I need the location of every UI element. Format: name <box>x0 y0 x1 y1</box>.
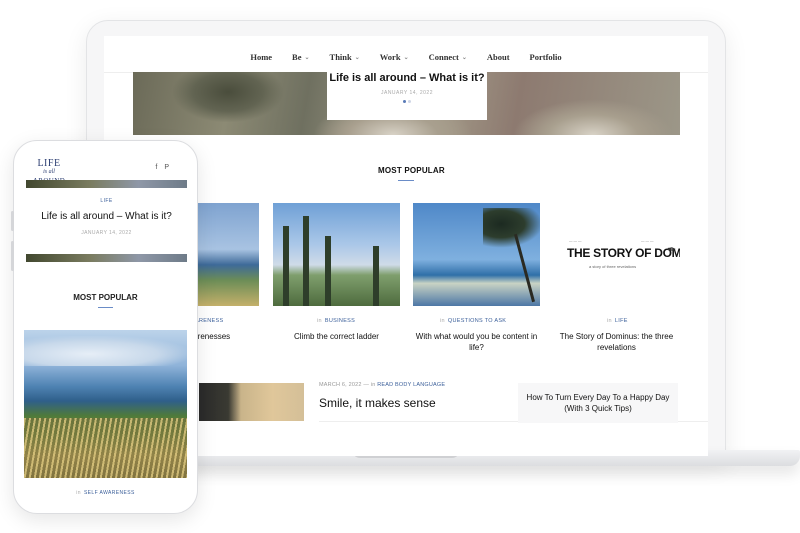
side-post-title[interactable]: How To Turn Every Day To a Happy Day (Wi… <box>527 393 670 413</box>
featured-category[interactable]: READ BODY LANGUAGE <box>377 382 445 388</box>
post-title[interactable]: Climb the correct ladder <box>273 331 400 342</box>
logo-line: LIFE <box>37 158 61 169</box>
quill-icon: ✒ <box>667 244 677 256</box>
category-label: BUSINESS <box>324 318 356 324</box>
phone-volume-button <box>11 241 14 271</box>
category-label: QUESTIONS TO ASK <box>447 318 507 324</box>
book-author: — — — <box>569 239 582 243</box>
post-category[interactable]: in LIFE <box>607 318 628 324</box>
featured-post-title[interactable]: Smile, it makes sense <box>319 396 436 410</box>
nav-connect[interactable]: Connect ⌄ <box>429 52 467 62</box>
chevron-down-icon: ⌄ <box>403 54 409 61</box>
in-label: in <box>317 318 322 324</box>
post-image-dominus[interactable]: — — — — — — THE STORY OF DOMINUS a story… <box>553 203 680 306</box>
phone-volume-button <box>11 211 14 231</box>
pinterest-icon[interactable]: P <box>164 164 169 171</box>
hero-brush <box>513 99 673 135</box>
nav-portfolio-label: Portfolio <box>529 52 562 62</box>
category-label: LIFE <box>614 318 628 324</box>
slider-dots <box>327 100 487 103</box>
hero-date: JANUARY 14, 2022 <box>380 90 433 96</box>
phone-most-popular-heading: MOST POPULAR <box>73 293 138 302</box>
phone-hero-category[interactable]: LIFE <box>26 198 187 204</box>
social-links: f P <box>155 164 169 171</box>
phone-screen: LIFE is all AROUND f P LIFE Life is all … <box>24 151 187 503</box>
logo-line: is all <box>43 169 55 175</box>
chevron-down-icon: ⌄ <box>354 54 360 61</box>
phone-frame: LIFE is all AROUND f P LIFE Life is all … <box>11 140 198 514</box>
slider-dot-active[interactable] <box>403 100 406 103</box>
tree <box>373 246 379 306</box>
hero-shrub <box>173 72 283 122</box>
post-image-ladder[interactable] <box>273 203 400 306</box>
in-label: in <box>440 318 445 324</box>
palm-frond <box>483 208 540 248</box>
slider-dot[interactable] <box>408 100 411 103</box>
hero-title[interactable]: Life is all around – What is it? <box>327 72 487 84</box>
post-title[interactable]: With what would you be content in life? <box>413 331 540 353</box>
tree <box>303 216 309 306</box>
in-label: in <box>76 490 81 496</box>
nav-be[interactable]: Be ⌄ <box>292 52 309 62</box>
category-label: SELF AWARENESS <box>83 490 135 496</box>
nav-connect-label: Connect <box>428 52 459 62</box>
tree <box>325 236 331 306</box>
hero-card[interactable]: Life is all around – What is it? JANUARY… <box>327 72 487 120</box>
in-label: in <box>370 382 376 388</box>
meta-separator: — <box>363 382 370 388</box>
phone-post-image[interactable] <box>24 330 187 478</box>
phone-hero-date: JANUARY 14, 2022 <box>81 230 132 236</box>
nav-think[interactable]: Think ⌄ <box>330 52 360 62</box>
phone-hero-title[interactable]: Life is all around – What is it? <box>26 211 187 222</box>
nav-work-label: Work <box>379 52 401 62</box>
nav-be-label: Be <box>292 52 302 62</box>
in-label: in <box>607 318 612 324</box>
post-title[interactable]: The Story of Dominus: the three revelati… <box>553 331 680 353</box>
heading-rule <box>398 180 414 181</box>
nav-about-label: About <box>486 52 510 62</box>
book-subtitle: a story of three revelations <box>589 264 637 269</box>
nav-portfolio[interactable]: Portfolio <box>530 52 562 62</box>
most-popular-heading: MOST POPULAR <box>378 166 445 175</box>
post-image-content[interactable] <box>413 203 540 306</box>
featured-post-image[interactable] <box>199 383 304 421</box>
book-publisher: — — — <box>641 239 654 243</box>
book-title: THE STORY OF DOMINUS <box>567 246 680 260</box>
main-navigation: Home Be ⌄ Think ⌄ Work ⌄ Connect ⌄ About Por… <box>104 52 708 62</box>
nav-think-label: Think <box>329 52 352 62</box>
phone-post-category[interactable]: in SELF AWARENESS <box>24 490 187 496</box>
chevron-down-icon: ⌄ <box>461 54 467 61</box>
nav-work[interactable]: Work ⌄ <box>380 52 409 62</box>
side-post-card[interactable]: How To Turn Every Day To a Happy Day (Wi… <box>518 383 678 423</box>
tree <box>283 226 289 306</box>
nav-about[interactable]: About <box>487 52 510 62</box>
nav-home[interactable]: Home <box>250 52 272 62</box>
post-category[interactable]: in QUESTIONS TO ASK <box>440 318 506 324</box>
chevron-down-icon: ⌄ <box>304 54 310 61</box>
nav-home-label: Home <box>250 52 273 62</box>
cloud <box>24 336 187 366</box>
featured-date: MARCH 6, 2022 <box>319 382 362 388</box>
facebook-icon[interactable]: f <box>155 164 157 171</box>
phone-hero-card[interactable]: LIFE Life is all around – What is it? JA… <box>26 188 187 254</box>
featured-meta: MARCH 6, 2022 — in READ BODY LANGUAGE <box>319 382 445 388</box>
post-category[interactable]: in BUSINESS <box>317 318 355 324</box>
heading-rule <box>98 307 113 308</box>
grass <box>24 418 187 478</box>
